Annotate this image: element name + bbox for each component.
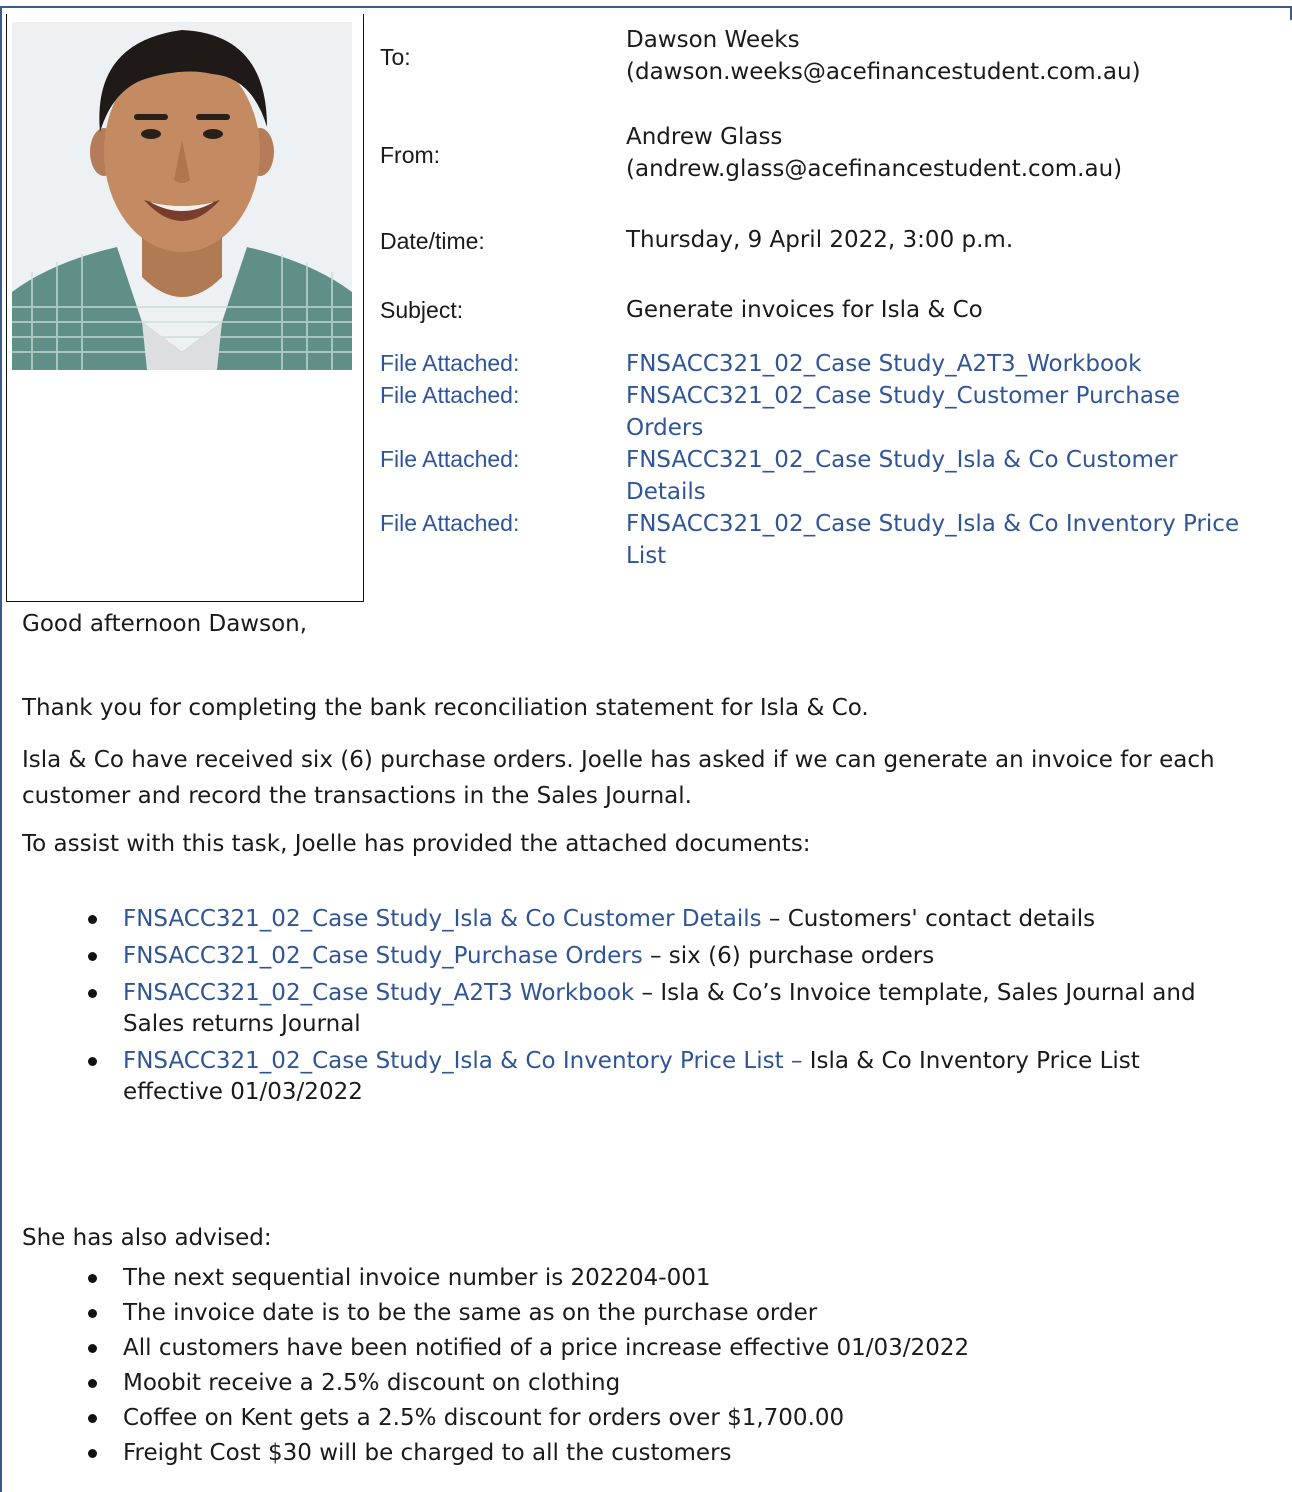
- advised-item-text: Moobit receive a 2.5% discount on clothi…: [123, 1370, 621, 1396]
- bullet-icon: [88, 1379, 97, 1388]
- list-item: The next sequential invoice number is 20…: [0, 1263, 1270, 1294]
- paragraph-assist: To assist with this task, Joelle has pro…: [22, 831, 811, 857]
- attachment-label: File Attached:: [380, 510, 520, 536]
- attached-documents-list: FNSACC321_02_Case Study_Isla & Co Custom…: [0, 904, 1270, 1114]
- document-link[interactable]: FNSACC321_02_Case Study_Isla & Co Invent…: [123, 1048, 802, 1074]
- paragraph-purchase-orders: Isla & Co have received six (6) purchase…: [22, 747, 1215, 809]
- date-label: Date/time:: [380, 228, 485, 254]
- advised-item-text: The invoice date is to be the same as on…: [123, 1300, 818, 1326]
- bullet-icon: [88, 989, 97, 998]
- bullet-icon: [88, 952, 97, 961]
- document-description: – six (6) purchase orders: [642, 943, 935, 969]
- greeting: Good afternoon Dawson,: [22, 611, 308, 637]
- attachment-link[interactable]: FNSACC321_02_Case Study_Isla & Co Custom…: [626, 444, 1226, 508]
- paragraph-thanks: Thank you for completing the bank reconc…: [22, 695, 869, 721]
- person-portrait-image: [12, 22, 352, 370]
- list-item: Moobit receive a 2.5% discount on clothi…: [0, 1368, 1270, 1399]
- list-item: FNSACC321_02_Case Study_Isla & Co Custom…: [0, 904, 1270, 935]
- advised-item-text: All customers have been notified of a pr…: [123, 1335, 970, 1361]
- from-value: Andrew Glass (andrew.glass@acefinancestu…: [626, 121, 1266, 185]
- sender-photo: [12, 22, 352, 370]
- bullet-icon: [88, 915, 97, 924]
- list-item: FNSACC321_02_Case Study_Isla & Co Invent…: [0, 1046, 1270, 1108]
- advised-list: The next sequential invoice number is 20…: [0, 1263, 1270, 1473]
- to-value: Dawson Weeks (dawson.weeks@acefinancestu…: [626, 24, 1266, 88]
- from-email[interactable]: (andrew.glass@acefinancestudent.com.au): [626, 153, 1266, 185]
- attachment-label: File Attached:: [380, 446, 520, 472]
- advised-item-text: The next sequential invoice number is 20…: [123, 1265, 711, 1291]
- document-link[interactable]: FNSACC321_02_Case Study_Purchase Orders: [123, 943, 643, 969]
- bullet-icon: [88, 1309, 97, 1318]
- subject-value: Generate invoices for Isla & Co: [626, 297, 983, 323]
- document-link[interactable]: FNSACC321_02_Case Study_A2T3 Workbook: [123, 980, 634, 1006]
- attachment-link[interactable]: FNSACC321_02_Case Study_Isla & Co Invent…: [626, 508, 1276, 572]
- attachment-link[interactable]: FNSACC321_02_Case Study_Customer Purchas…: [626, 380, 1226, 444]
- paragraph-advised: She has also advised:: [22, 1225, 272, 1251]
- list-item: Coffee on Kent gets a 2.5% discount for …: [0, 1403, 1270, 1434]
- bullet-icon: [88, 1274, 97, 1283]
- list-item: FNSACC321_02_Case Study_Purchase Orders …: [0, 941, 1270, 972]
- bullet-icon: [88, 1344, 97, 1353]
- advised-item-text: Freight Cost $30 will be charged to all …: [123, 1440, 732, 1466]
- bullet-icon: [88, 1414, 97, 1423]
- attachment-label: File Attached:: [380, 350, 520, 376]
- document-description: – Customers' contact details: [761, 906, 1096, 932]
- from-name: Andrew Glass: [626, 124, 783, 150]
- to-email[interactable]: (dawson.weeks@acefinancestudent.com.au): [626, 56, 1266, 88]
- attachment-label: File Attached:: [380, 382, 520, 408]
- attachment-link[interactable]: FNSACC321_02_Case Study_A2T3_Workbook: [626, 348, 1266, 380]
- document-link[interactable]: FNSACC321_02_Case Study_Isla & Co Custom…: [123, 906, 762, 932]
- list-item: The invoice date is to be the same as on…: [0, 1298, 1270, 1329]
- bullet-icon: [88, 1449, 97, 1458]
- date-value: Thursday, 9 April 2022, 3:00 p.m.: [626, 227, 1014, 253]
- to-name: Dawson Weeks: [626, 27, 800, 53]
- bullet-icon: [88, 1057, 97, 1066]
- list-item: All customers have been notified of a pr…: [0, 1333, 1270, 1364]
- subject-label: Subject:: [380, 297, 464, 323]
- list-item: Freight Cost $30 will be charged to all …: [0, 1438, 1270, 1469]
- frame-top-border: [0, 6, 1292, 8]
- list-item: FNSACC321_02_Case Study_A2T3 Workbook – …: [0, 978, 1270, 1040]
- advised-item-text: Coffee on Kent gets a 2.5% discount for …: [123, 1405, 845, 1431]
- to-label: To:: [380, 44, 411, 70]
- from-label: From:: [380, 142, 441, 168]
